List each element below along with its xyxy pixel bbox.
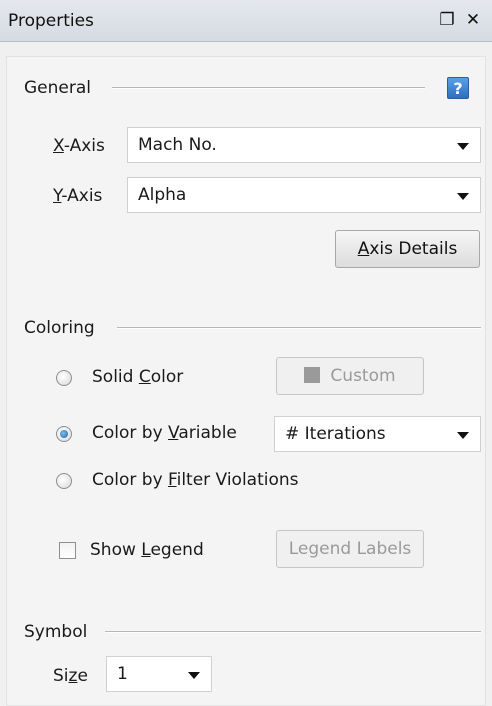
axis-details-button[interactable]: Axis Details — [335, 230, 480, 268]
color-swatch-icon — [304, 367, 321, 383]
legend-labels-button[interactable]: Legend Labels — [276, 530, 424, 568]
color-by-variable-radio[interactable] — [56, 426, 72, 442]
panel-title: Properties — [8, 11, 94, 31]
general-divider — [112, 87, 425, 89]
y-axis-select[interactable]: Alpha — [127, 177, 481, 213]
x-axis-accel: X — [53, 136, 64, 156]
show-legend-label[interactable]: Show Legend — [90, 540, 204, 560]
color-by-filter-accel: F — [168, 470, 177, 490]
chevron-down-icon — [457, 432, 469, 439]
color-by-variable-text-post: ariable — [178, 423, 237, 443]
restore-icon[interactable]: ❐ — [436, 9, 458, 31]
size-text-post: e — [77, 666, 88, 686]
custom-color-label: Custom — [330, 366, 396, 386]
size-text-pre: Si — [53, 666, 69, 686]
color-by-filter-text-pre: Color by — [92, 470, 169, 490]
custom-color-button[interactable]: Custom — [276, 357, 424, 395]
axis-details-accel: A — [357, 239, 370, 259]
symbol-size-value: 1 — [117, 664, 128, 684]
x-axis-select[interactable]: Mach No. — [127, 127, 481, 163]
legend-labels-accel: g — [308, 539, 320, 559]
solid-color-radio[interactable] — [56, 370, 72, 386]
legend-labels-text-pre: Le — [288, 539, 309, 559]
chevron-down-icon — [457, 143, 469, 150]
close-icon[interactable]: ✕ — [462, 9, 484, 31]
symbol-size-select[interactable]: 1 — [106, 656, 212, 692]
coloring-section-label: Coloring — [24, 318, 95, 338]
color-by-variable-label[interactable]: Color by Variable — [92, 423, 237, 443]
general-section-label: General — [24, 78, 91, 98]
color-by-variable-text-pre: Color by — [92, 423, 169, 443]
color-variable-value: # Iterations — [285, 424, 386, 444]
y-axis-value: Alpha — [138, 185, 187, 205]
solid-color-label[interactable]: Solid Color — [92, 367, 183, 387]
show-legend-text-post: egend — [150, 540, 204, 560]
y-axis-label-text: -Axis — [61, 186, 103, 206]
show-legend-text-pre: Show — [90, 540, 142, 560]
color-by-filter-text-post: ilter Violations — [176, 470, 299, 490]
color-by-filter-label[interactable]: Color by Filter Violations — [92, 470, 299, 490]
show-legend-checkbox[interactable] — [59, 542, 76, 559]
legend-labels-text-post: end Labels — [319, 539, 412, 559]
x-axis-label-text: -Axis — [63, 136, 105, 156]
color-by-variable-accel: V — [168, 423, 179, 443]
axis-details-label: xis Details — [369, 239, 458, 259]
coloring-divider — [117, 327, 481, 329]
x-axis-label: X-Axis — [53, 136, 105, 156]
help-icon[interactable]: ? — [447, 77, 469, 99]
chevron-down-icon — [457, 193, 469, 200]
solid-color-text-post: olor — [150, 367, 184, 387]
panel-titlebar: Properties ❐ ✕ — [0, 0, 492, 42]
chevron-down-icon — [188, 672, 200, 679]
solid-color-text-pre: Solid — [92, 367, 139, 387]
x-axis-value: Mach No. — [138, 135, 217, 155]
y-axis-label: Y-Axis — [53, 186, 102, 206]
solid-color-accel: C — [138, 367, 151, 387]
symbol-section-label: Symbol — [24, 622, 88, 642]
color-variable-select[interactable]: # Iterations — [274, 416, 481, 452]
color-by-filter-radio[interactable] — [56, 473, 72, 489]
properties-panel: Properties ❐ ✕ General ? X-Axis Mach No.… — [0, 0, 492, 706]
symbol-divider — [105, 631, 481, 633]
size-label: Size — [53, 666, 88, 686]
